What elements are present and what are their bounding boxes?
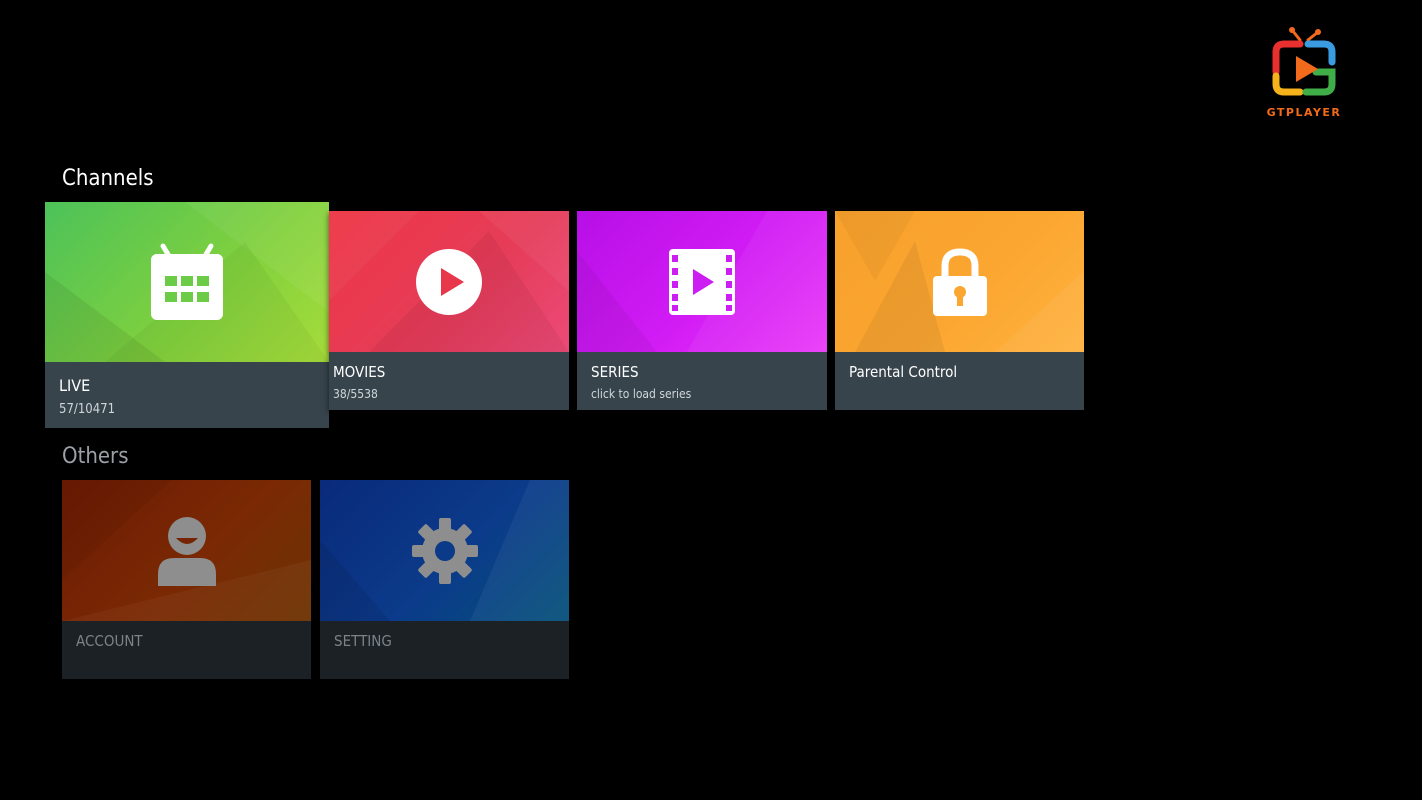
film-play-icon xyxy=(669,248,735,315)
series-status: click to load series xyxy=(591,387,692,401)
parental-thumbnail xyxy=(835,211,1084,352)
play-circle-icon xyxy=(416,248,482,315)
movies-count: 38/5538 xyxy=(333,387,378,401)
user-icon xyxy=(157,516,216,586)
parental-info-panel xyxy=(835,352,1084,410)
parental-title: Parental Control xyxy=(849,363,958,381)
live-count: 57/10471 xyxy=(59,402,116,417)
movies-card[interactable]: MOVIES 38/5538 xyxy=(329,211,569,410)
setting-thumbnail xyxy=(320,480,569,621)
tv-logo-icon xyxy=(1272,27,1336,96)
padlock-icon xyxy=(932,247,987,316)
live-thumbnail xyxy=(45,202,329,362)
setting-info-panel xyxy=(320,621,569,679)
setting-title: SETTING xyxy=(334,632,392,650)
setting-card[interactable]: SETTING xyxy=(320,480,569,679)
account-thumbnail xyxy=(62,480,311,621)
gtplayer-logo: GTPLAYER xyxy=(1244,26,1364,122)
tv-calendar-icon xyxy=(151,243,223,320)
account-card[interactable]: ACCOUNT xyxy=(62,480,311,679)
gear-icon xyxy=(411,517,478,584)
logo-text: GTPLAYER xyxy=(1266,106,1342,119)
series-info-panel xyxy=(577,352,827,410)
account-title: ACCOUNT xyxy=(76,632,143,650)
live-title: LIVE xyxy=(59,376,91,395)
section-title-others: Others xyxy=(62,444,129,469)
parental-control-card[interactable]: Parental Control xyxy=(835,211,1084,410)
live-info-panel xyxy=(45,362,329,428)
series-thumbnail xyxy=(577,211,827,352)
movies-info-panel xyxy=(329,352,569,410)
account-info-panel xyxy=(62,621,311,679)
series-card[interactable]: SERIES click to load series xyxy=(577,211,827,410)
movies-title: MOVIES xyxy=(333,363,386,381)
live-card[interactable]: LIVE 57/10471 xyxy=(45,202,329,428)
section-title-channels: Channels xyxy=(62,166,154,191)
series-title: SERIES xyxy=(591,363,639,381)
movies-thumbnail xyxy=(329,211,569,352)
